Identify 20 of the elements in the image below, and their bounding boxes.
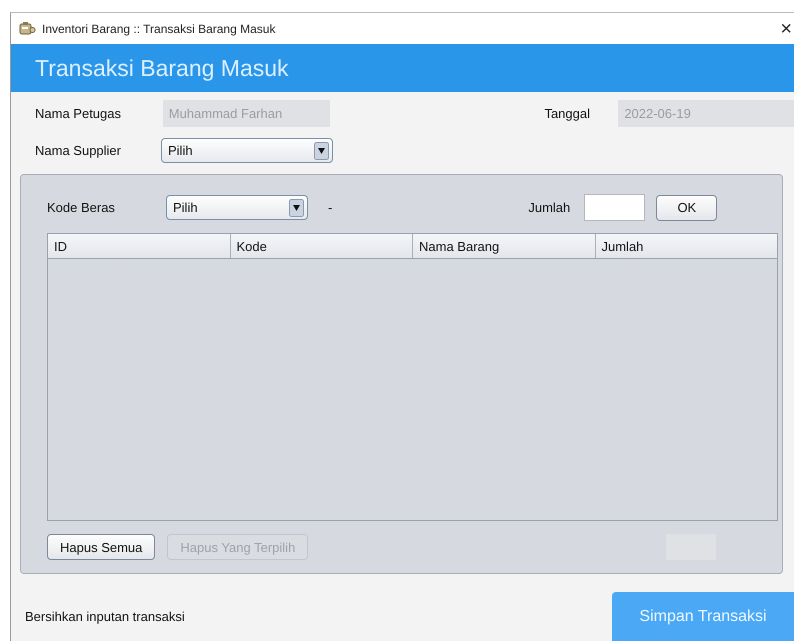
app-icon [19,21,36,36]
column-header[interactable]: Jumlah [596,234,777,258]
dropdown[interactable]: Pilih [161,138,333,163]
ok-button[interactable]: OK [656,194,718,220]
dropdown[interactable]: Pilih [166,195,308,220]
field-label: Nama Petugas [35,106,122,121]
column-header[interactable]: ID [48,234,230,258]
field-label: Tanggal [544,106,591,121]
page-title: Transaksi Barang Masuk [35,54,289,82]
window-title: Inventori Barang :: Transaksi Barang Masuk [42,22,276,36]
separator-text: - [328,200,332,215]
clear-link[interactable]: Bersihkan inputan transaksi [25,609,185,624]
column-header[interactable]: Nama Barang [413,234,596,258]
quantity-field[interactable] [584,194,646,221]
column-header[interactable]: Kode [230,234,413,258]
close-button[interactable]: × [780,18,794,38]
field-label: Jumlah [528,200,572,215]
action-button[interactable]: Hapus Semua [47,534,156,560]
field-label: Kode Beras [47,200,116,215]
field-label: Nama Supplier [35,143,122,158]
